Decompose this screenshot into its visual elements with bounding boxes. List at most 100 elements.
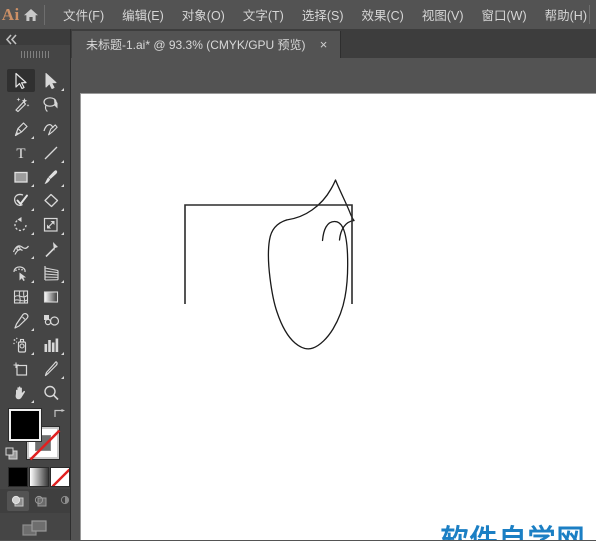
shaper-tool[interactable] — [7, 189, 35, 212]
tools-panel-header — [0, 29, 70, 45]
gradient-button[interactable] — [29, 467, 49, 487]
eyedropper-tool[interactable] — [7, 309, 35, 332]
menu-divider — [43, 4, 45, 25]
flyout-indicator-icon — [31, 280, 34, 283]
type-tool[interactable]: T — [7, 141, 35, 164]
free-transform-tool[interactable] — [37, 237, 65, 260]
curvature-tool[interactable] — [37, 117, 65, 140]
lasso-tool[interactable] — [37, 93, 65, 116]
flyout-indicator-icon — [31, 136, 34, 139]
menu-object[interactable]: 对象(O) — [173, 0, 234, 29]
change-screen-mode-button[interactable] — [0, 515, 70, 541]
line-segment-tool[interactable] — [37, 141, 65, 164]
menu-help[interactable]: 帮助(H) — [536, 0, 596, 29]
flyout-indicator-icon — [31, 160, 34, 163]
flyout-indicator-icon — [31, 208, 34, 211]
draw-inside-button[interactable] — [53, 491, 75, 511]
hand-tool[interactable] — [7, 381, 35, 404]
tool-row — [0, 237, 70, 261]
close-icon[interactable]: × — [318, 38, 330, 51]
menu-type[interactable]: 文字(T) — [234, 0, 293, 29]
paintbrush-tool[interactable] — [37, 165, 65, 188]
tool-row: T — [0, 141, 70, 165]
mesh-tool[interactable] — [7, 285, 35, 308]
flyout-indicator-icon — [31, 256, 34, 259]
fill-stroke-controls — [0, 405, 70, 465]
tool-row — [0, 381, 70, 405]
artboard-tool[interactable] — [7, 357, 35, 380]
tool-grid: T — [0, 69, 70, 405]
document-area[interactable]: 软件自学网 WWW.RJZXW.COM — [70, 58, 596, 540]
gradient-tool[interactable] — [37, 285, 65, 308]
tool-row — [0, 285, 70, 309]
menu-bar: Ai 文件(F) 编辑(E) 对象(O) 文字(T) 选择(S) 效果(C) 视… — [0, 0, 596, 30]
width-tool[interactable] — [7, 237, 35, 260]
menu-file[interactable]: 文件(F) — [54, 0, 113, 29]
shape-builder-tool[interactable] — [7, 261, 35, 284]
watermark: 软件自学网 WWW.RJZXW.COM — [438, 523, 588, 541]
flyout-indicator-icon — [61, 376, 64, 379]
flyout-indicator-icon — [61, 280, 64, 283]
color-button[interactable] — [8, 467, 28, 487]
tool-row — [0, 357, 70, 381]
shield-leaf-path — [267, 219, 349, 350]
menu-window[interactable]: 窗口(W) — [473, 0, 536, 29]
zoom-tool[interactable] — [37, 381, 65, 404]
perspective-grid-tool[interactable] — [37, 261, 65, 284]
flyout-indicator-icon — [31, 232, 34, 235]
flyout-indicator-icon — [61, 88, 64, 91]
illustrator-window: Ai 文件(F) 编辑(E) 对象(O) 文字(T) 选择(S) 效果(C) 视… — [0, 0, 596, 540]
flyout-indicator-icon — [61, 352, 64, 355]
selection-tool[interactable] — [7, 69, 35, 92]
document-tab-bar: 未标题-1.ai* @ 93.3% (CMYK/GPU 预览) × — [0, 29, 596, 58]
panel-grip-icon[interactable] — [21, 51, 49, 58]
svg-text:T: T — [16, 146, 25, 162]
flyout-indicator-icon — [31, 352, 34, 355]
rotate-tool[interactable] — [7, 213, 35, 236]
home-icon[interactable] — [21, 0, 41, 29]
eraser-tool[interactable] — [37, 189, 65, 212]
default-fill-stroke-icon[interactable] — [5, 447, 19, 461]
document-tab-label: 未标题-1.ai* @ 93.3% (CMYK/GPU 预览) — [86, 38, 306, 52]
tool-row — [0, 69, 70, 93]
menu-view[interactable]: 视图(V) — [413, 0, 473, 29]
shield-notch-path — [285, 179, 355, 222]
watermark-chinese: 软件自学网 — [440, 523, 586, 541]
menu-select[interactable]: 选择(S) — [293, 0, 353, 29]
symbol-sprayer-tool[interactable] — [7, 333, 35, 356]
pen-tool[interactable] — [7, 117, 35, 140]
slice-tool[interactable] — [37, 357, 65, 380]
drawing-mode-buttons — [0, 489, 70, 513]
flyout-indicator-icon — [61, 160, 64, 163]
magic-wand-tool[interactable] — [7, 93, 35, 116]
fill-swatch[interactable] — [9, 409, 41, 441]
artwork-canvas — [184, 179, 355, 350]
rectangle-tool[interactable] — [7, 165, 35, 188]
flyout-indicator-icon — [31, 328, 34, 331]
blend-tool[interactable] — [37, 309, 65, 332]
flyout-indicator-icon — [61, 208, 64, 211]
column-graph-tool[interactable] — [37, 333, 65, 356]
tool-row — [0, 333, 70, 357]
tool-row — [0, 213, 70, 237]
tool-row — [0, 309, 70, 333]
tool-row — [0, 117, 70, 141]
tool-row — [0, 261, 70, 285]
flyout-indicator-icon — [31, 400, 34, 403]
menu-effect[interactable]: 效果(C) — [352, 0, 412, 29]
document-tab[interactable]: 未标题-1.ai* @ 93.3% (CMYK/GPU 预览) × — [72, 31, 341, 58]
double-chevron-left-icon[interactable] — [5, 32, 21, 45]
flyout-indicator-icon — [31, 184, 34, 187]
color-mode-buttons — [0, 465, 70, 489]
swap-fill-stroke-icon[interactable] — [52, 406, 66, 420]
draw-behind-button[interactable] — [30, 491, 52, 511]
draw-normal-button[interactable] — [7, 491, 29, 511]
artboard[interactable]: 软件自学网 WWW.RJZXW.COM — [81, 94, 596, 540]
flyout-indicator-icon — [61, 184, 64, 187]
scale-tool[interactable] — [37, 213, 65, 236]
direct-selection-tool[interactable] — [37, 69, 65, 92]
menu-item-list: 文件(F) 编辑(E) 对象(O) 文字(T) 选择(S) 效果(C) 视图(V… — [54, 0, 596, 29]
none-button[interactable] — [50, 467, 70, 487]
menu-edit[interactable]: 编辑(E) — [113, 0, 173, 29]
flyout-indicator-icon — [61, 232, 64, 235]
